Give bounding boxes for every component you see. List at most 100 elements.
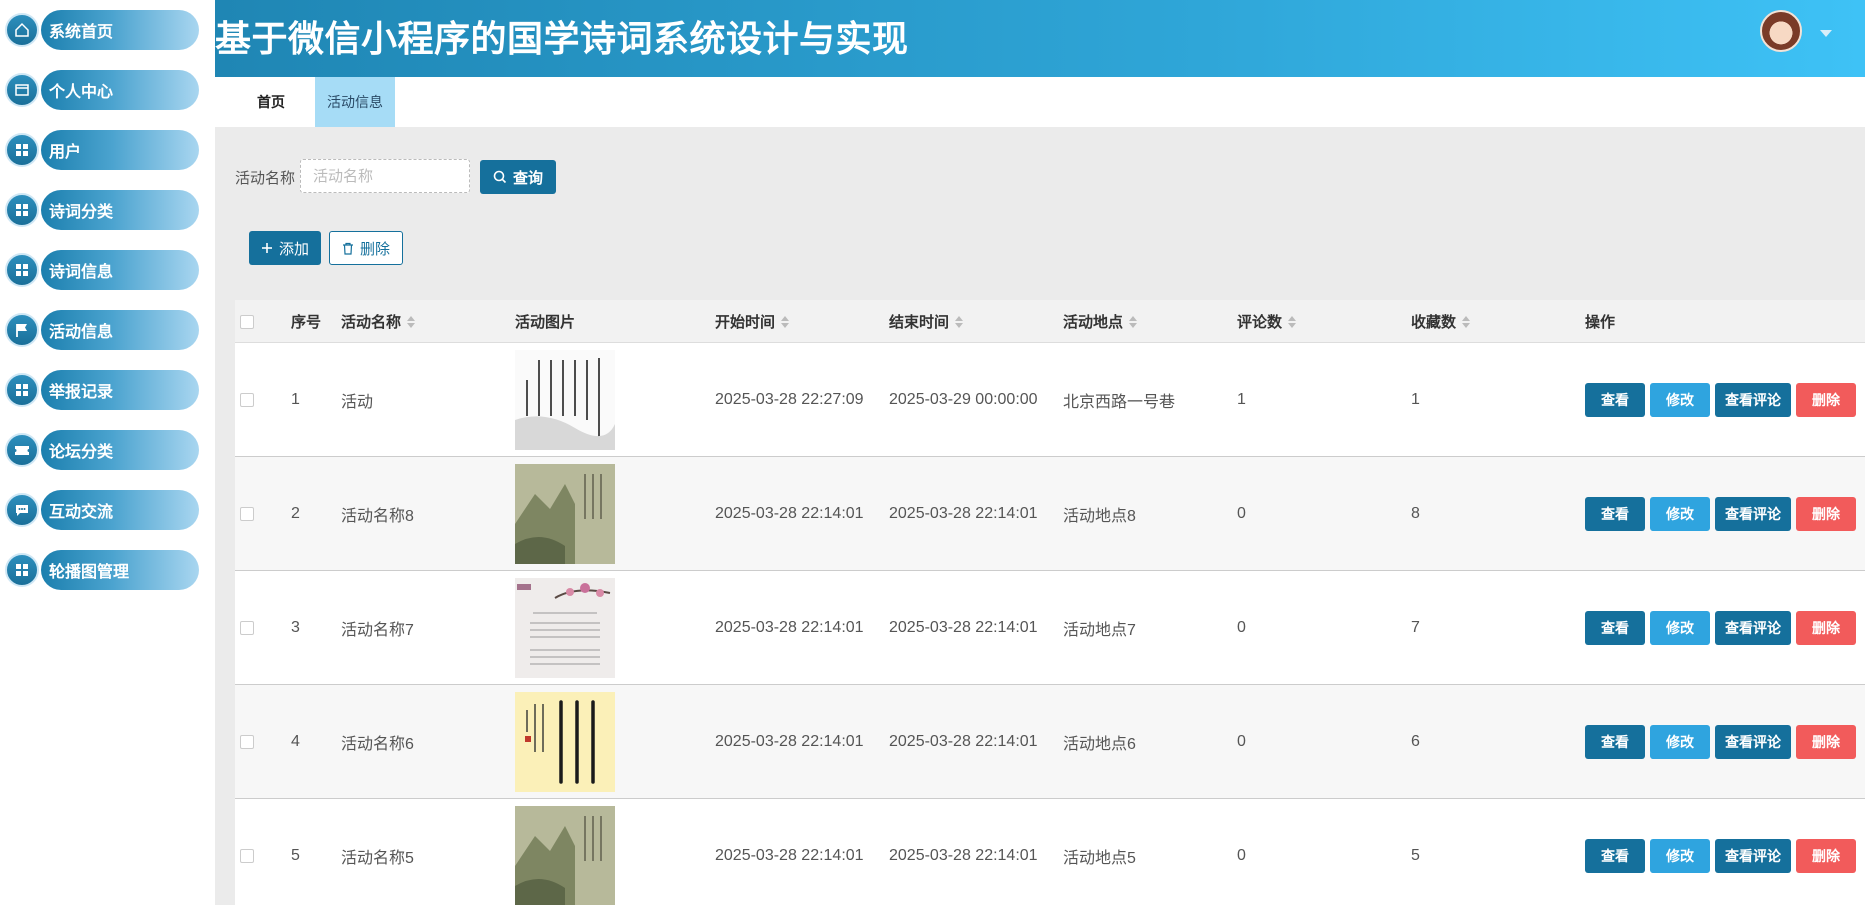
row-select[interactable] [240, 571, 254, 685]
grid-icon [5, 253, 39, 287]
sidebar-item-profile[interactable]: 个人中心 [5, 70, 199, 110]
delete-button[interactable]: 删除 [1796, 611, 1856, 645]
sort-icon[interactable] [955, 315, 964, 328]
row-start-time: 2025-03-28 22:14:01 [715, 733, 864, 750]
table-row: 4 活动名称6 2025-03-28 22:14:01 2025-03-28 2… [235, 685, 1865, 799]
row-select[interactable] [240, 799, 254, 905]
calligraphy-image [515, 692, 615, 792]
row-place: 活动地点6 [1063, 736, 1136, 753]
delete-button[interactable]: 删除 [1796, 383, 1856, 417]
batch-delete-button[interactable]: 删除 [329, 231, 403, 265]
header-favorites[interactable]: 收藏数 [1411, 300, 1471, 343]
header-start-time[interactable]: 开始时间 [715, 300, 790, 343]
row-favorites: 7 [1411, 619, 1420, 636]
add-button[interactable]: 添加 [249, 231, 321, 265]
search-icon [493, 170, 507, 184]
activity-name-input[interactable] [300, 159, 470, 193]
sidebar-item-poem-category[interactable]: 诗词分类 [5, 190, 199, 230]
header-place[interactable]: 活动地点 [1063, 300, 1138, 343]
landscape-image [515, 464, 615, 564]
sort-icon[interactable] [407, 315, 416, 328]
edit-button[interactable]: 修改 [1650, 383, 1710, 417]
sort-icon[interactable] [1288, 315, 1297, 328]
delete-button[interactable]: 删除 [1796, 497, 1856, 531]
edit-button[interactable]: 修改 [1650, 497, 1710, 531]
header-label: 序号 [291, 314, 322, 331]
query-button-label: 查询 [512, 169, 543, 187]
sort-icon[interactable] [1462, 315, 1471, 328]
view-button[interactable]: 查看 [1585, 497, 1645, 531]
sidebar-item-label: 用户 [49, 144, 82, 161]
row-name: 活动名称6 [341, 736, 414, 753]
row-checkbox[interactable] [240, 735, 254, 749]
sidebar-item-home[interactable]: 系统首页 [5, 10, 199, 50]
row-actions: 查看 修改 查看评论 删除 [1585, 457, 1861, 571]
row-checkbox[interactable] [240, 849, 254, 863]
query-button[interactable]: 查询 [480, 160, 556, 194]
edit-button[interactable]: 修改 [1650, 611, 1710, 645]
sort-icon[interactable] [1129, 315, 1138, 328]
sidebar-item-label: 举报记录 [49, 384, 114, 401]
view-button[interactable]: 查看 [1585, 839, 1645, 873]
delete-button[interactable]: 删除 [1796, 839, 1856, 873]
view-comments-button[interactable]: 查看评论 [1715, 383, 1791, 417]
view-comments-button[interactable]: 查看评论 [1715, 725, 1791, 759]
sidebar-item-activity[interactable]: 活动信息 [5, 310, 199, 350]
row-image [515, 343, 615, 457]
header-name[interactable]: 活动名称 [341, 300, 416, 343]
avatar[interactable] [1760, 10, 1802, 52]
row-name: 活动 [341, 394, 374, 411]
sidebar-item-carousel[interactable]: 轮播图管理 [5, 550, 199, 590]
table-row: 1 活动 2025-03-28 22:27:09 2025-03-29 00:0… [235, 343, 1865, 457]
row-favorites: 6 [1411, 733, 1420, 750]
grid-icon [5, 133, 39, 167]
table-row: 5 活动名称5 2025-03-28 22:14:01 2025-03-28 2… [235, 799, 1865, 905]
sidebar-item-users[interactable]: 用户 [5, 130, 199, 170]
row-favorites: 5 [1411, 847, 1420, 864]
view-button[interactable]: 查看 [1585, 383, 1645, 417]
sidebar-item-label: 活动信息 [49, 324, 114, 341]
view-comments-button[interactable]: 查看评论 [1715, 611, 1791, 645]
row-index: 1 [291, 391, 300, 408]
view-button[interactable]: 查看 [1585, 611, 1645, 645]
row-select[interactable] [240, 343, 254, 457]
table-row: 2 活动名称8 2025-03-28 22:14:01 2025-03-28 2… [235, 457, 1865, 571]
edit-button[interactable]: 修改 [1650, 839, 1710, 873]
sidebar-item-reports[interactable]: 举报记录 [5, 370, 199, 410]
sort-icon[interactable] [781, 315, 790, 328]
calligraphy-image [515, 350, 615, 450]
landscape-image [515, 806, 615, 905]
row-checkbox[interactable] [240, 621, 254, 635]
row-start-time: 2025-03-28 22:14:01 [715, 619, 864, 636]
edit-button[interactable]: 修改 [1650, 725, 1710, 759]
row-select[interactable] [240, 457, 254, 571]
view-comments-button[interactable]: 查看评论 [1715, 839, 1791, 873]
tab-activity[interactable]: 活动信息 [315, 77, 395, 127]
delete-button[interactable]: 删除 [1796, 725, 1856, 759]
app-title: 基于微信小程序的国学诗词系统设计与实现 [215, 18, 909, 59]
select-all-checkbox[interactable] [240, 314, 254, 329]
header-label: 评论数 [1237, 314, 1283, 331]
header-label: 活动图片 [515, 314, 576, 331]
row-name: 活动名称7 [341, 622, 414, 639]
header-label: 结束时间 [889, 314, 950, 331]
header-end-time[interactable]: 结束时间 [889, 300, 964, 343]
table-header: 序号 活动名称 活动图片 开始时间 结束时间 活动地点 评论数 收藏数 操作 [235, 300, 1865, 343]
sidebar-item-forum[interactable]: 互动交流 [5, 490, 199, 530]
row-checkbox[interactable] [240, 507, 254, 521]
header-label: 操作 [1585, 314, 1616, 331]
row-actions: 查看 修改 查看评论 删除 [1585, 685, 1861, 799]
row-start-time: 2025-03-28 22:14:01 [715, 847, 864, 864]
tab-home[interactable]: 首页 [241, 77, 301, 127]
row-index: 3 [291, 619, 300, 636]
header-comments[interactable]: 评论数 [1237, 300, 1297, 343]
row-select[interactable] [240, 685, 254, 799]
sidebar-item-forum-category[interactable]: 论坛分类 [5, 430, 199, 470]
row-name: 活动名称5 [341, 850, 414, 867]
sidebar-item-poem-info[interactable]: 诗词信息 [5, 250, 199, 290]
view-button[interactable]: 查看 [1585, 725, 1645, 759]
row-checkbox[interactable] [240, 393, 254, 407]
header-select-all[interactable] [240, 300, 254, 343]
view-comments-button[interactable]: 查看评论 [1715, 497, 1791, 531]
chevron-down-icon[interactable] [1820, 30, 1832, 37]
